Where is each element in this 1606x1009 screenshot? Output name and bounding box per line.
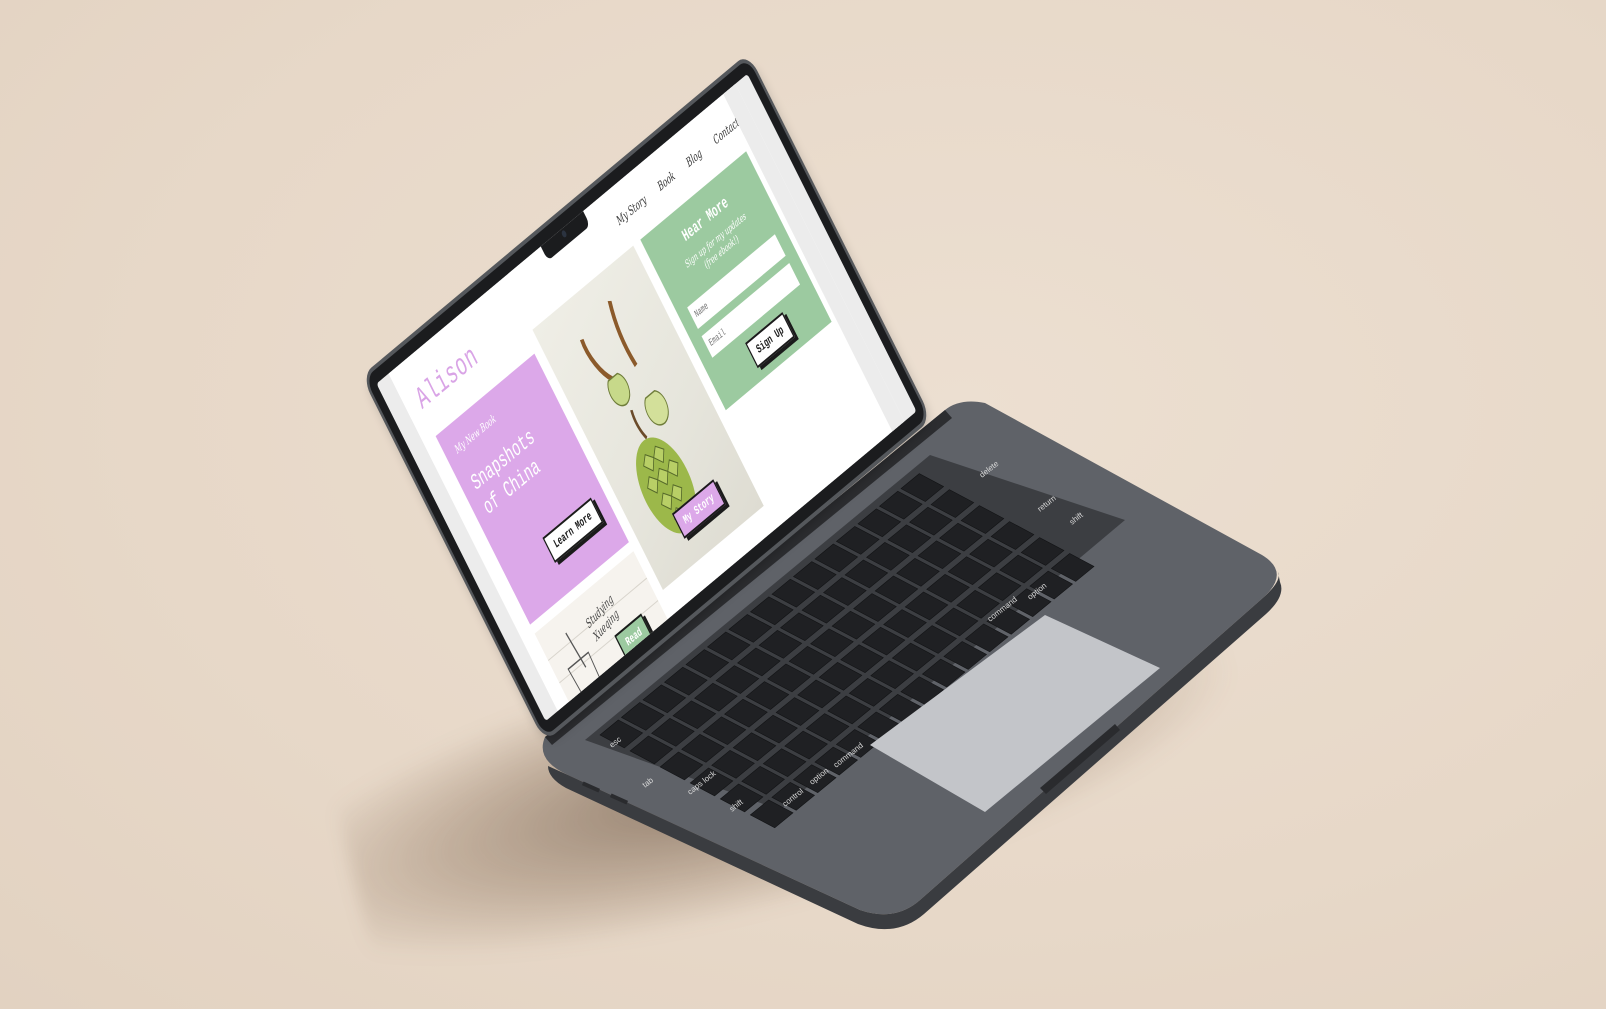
durian-stem [630, 409, 648, 440]
stem-left [579, 338, 614, 383]
camera-icon [560, 229, 568, 239]
nav-item-my-story[interactable]: My Story [614, 192, 648, 228]
learn-more-button[interactable]: Learn More [542, 497, 604, 564]
nav-item-blog[interactable]: Blog [684, 146, 704, 170]
flower-right [644, 390, 669, 426]
book-kicker: My New Book [452, 411, 498, 457]
backdrop: esc tab caps lock shift control option c… [0, 0, 1606, 1009]
stem-right [607, 300, 638, 368]
nav-item-book[interactable]: Book [655, 168, 677, 193]
